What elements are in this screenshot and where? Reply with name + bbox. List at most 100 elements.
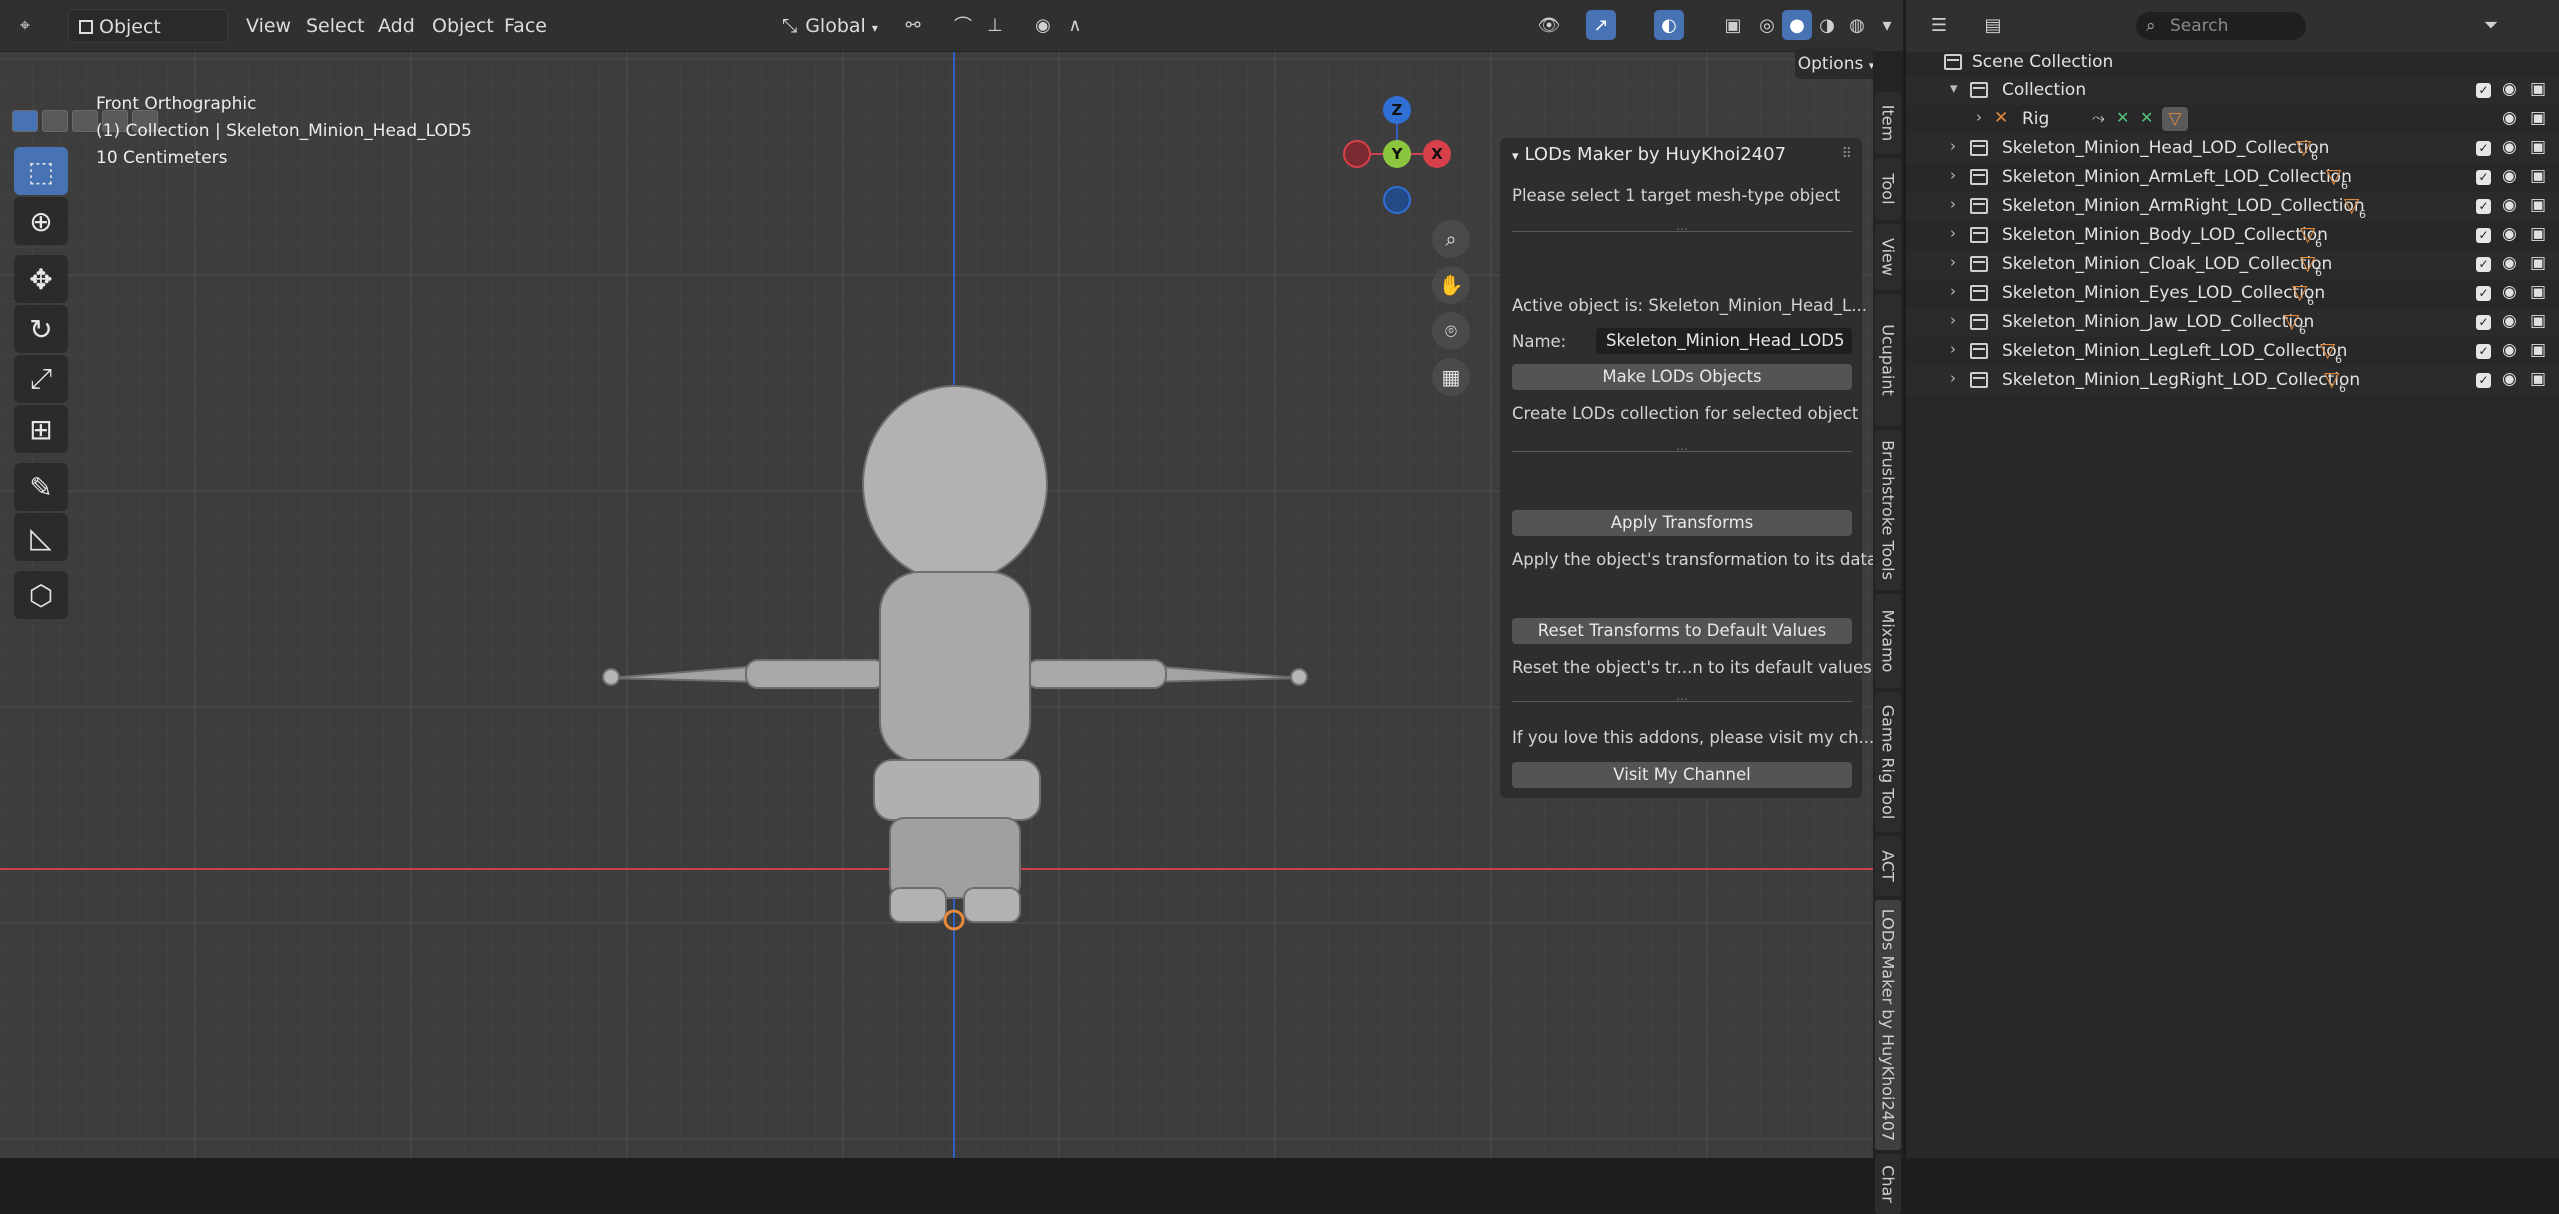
camera-icon[interactable]: ▣ [2530, 224, 2546, 244]
gizmo-x-icon[interactable]: X [1423, 140, 1451, 168]
visibility-icon[interactable]: 👁 [1534, 10, 1564, 40]
camera-icon[interactable]: ▣ [2530, 340, 2546, 360]
chevron-right-icon[interactable]: › [1950, 224, 1956, 242]
snap-target-icon[interactable]: ⊥ [980, 10, 1010, 40]
exclude-checkbox[interactable]: ✓ [2476, 373, 2491, 388]
menu-view[interactable]: View [236, 9, 301, 43]
chevron-right-icon[interactable]: › [1950, 195, 1956, 213]
gizmo-neg-x-icon[interactable] [1343, 140, 1371, 168]
exclude-checkbox[interactable]: ✓ [2476, 286, 2491, 301]
chevron-right-icon[interactable]: › [1976, 108, 1982, 126]
skeleton-minion-model[interactable] [590, 382, 1330, 942]
camera-icon[interactable]: ▣ [2530, 79, 2546, 99]
camera-icon[interactable]: ▣ [2530, 282, 2546, 302]
zoom-icon[interactable]: ⌕ [1432, 220, 1470, 258]
editor-type-icon[interactable]: ⌖ [10, 10, 40, 40]
reset-transforms-button[interactable]: Reset Transforms to Default Values [1512, 618, 1852, 644]
eye-icon[interactable]: ◉ [2502, 195, 2517, 215]
collection-row[interactable]: ▾ Collection ✓ ◉ ▣ [1906, 76, 2559, 105]
eye-icon[interactable]: ◉ [2502, 369, 2517, 389]
select-extend-icon[interactable] [42, 110, 68, 132]
eye-icon[interactable]: ◉ [2502, 79, 2517, 99]
cursor-tool-icon[interactable]: ⊕ [14, 197, 68, 245]
editor-type-icon[interactable]: ☰ [1924, 10, 1954, 40]
gizmo-y-icon[interactable]: Y [1383, 140, 1411, 168]
menu-object[interactable]: Object [422, 9, 504, 43]
eye-icon[interactable]: ◉ [2502, 137, 2517, 157]
chevron-right-icon[interactable]: › [1950, 137, 1956, 155]
gizmo-neg-z-icon[interactable] [1383, 186, 1411, 214]
lod-collection-row[interactable]: › Skeleton_Minion_Body_LOD_Collection ▽ 6 ✓ ◉… [1906, 221, 2559, 250]
tab-ucupaint[interactable]: Ucupaint [1875, 294, 1901, 426]
chevron-down-icon[interactable]: ▾ [1950, 79, 1958, 97]
pan-hand-icon[interactable]: ✋ [1432, 266, 1470, 304]
options-button[interactable]: Options ▾ [1795, 49, 1877, 79]
scene-collection-row[interactable]: Scene Collection [1906, 48, 2559, 77]
eye-icon[interactable]: ◉ [2502, 340, 2517, 360]
tab-tool[interactable]: Tool [1875, 158, 1901, 220]
apply-transforms-button[interactable]: Apply Transforms [1512, 510, 1852, 536]
tab-brushstroke-tools[interactable]: Brushstroke Tools [1875, 430, 1901, 590]
camera-icon[interactable]: ▣ [2530, 311, 2546, 331]
name-field[interactable]: Skeleton_Minion_Head_LOD5 [1596, 328, 1852, 354]
exclude-checkbox[interactable]: ✓ [2476, 257, 2491, 272]
lod-collection-row[interactable]: › Skeleton_Minion_Cloak_LOD_Collection ▽ 6 ✓… [1906, 250, 2559, 279]
camera-icon[interactable]: ⌾ [1432, 312, 1470, 350]
exclude-checkbox[interactable]: ✓ [2476, 170, 2491, 185]
exclude-checkbox[interactable]: ✓ [2476, 315, 2491, 330]
tab-act[interactable]: ACT [1875, 836, 1901, 896]
grid-toggle-icon[interactable]: ▦ [1432, 358, 1470, 396]
pivot-icon[interactable]: ⚯ [898, 10, 928, 40]
camera-icon[interactable]: ▣ [2530, 253, 2546, 273]
camera-icon[interactable]: ▣ [2530, 137, 2546, 157]
shading-wire-icon[interactable]: ◎ [1752, 10, 1782, 40]
eye-icon[interactable]: ◉ [2502, 311, 2517, 331]
scale-tool-icon[interactable]: ⤢ [14, 355, 68, 403]
xray-icon[interactable]: ▣ [1718, 10, 1748, 40]
lod-collection-row[interactable]: › Skeleton_Minion_Jaw_LOD_Collection ▽ 6 ✓ ◉ ▣ [1906, 308, 2559, 337]
rig-row[interactable]: › ✕ Rig ⤳ ✕ ✕ ▽ ◉ ▣ [1906, 105, 2559, 134]
make-lods-button[interactable]: Make LODs Objects [1512, 364, 1852, 390]
lod-collection-row[interactable]: › Skeleton_Minion_LegRight_LOD_Collection… [1906, 366, 2559, 395]
shading-solid-icon[interactable]: ● [1782, 10, 1812, 40]
chevron-right-icon[interactable]: › [1950, 166, 1956, 184]
display-mode-icon[interactable]: ▤ [1978, 10, 2008, 40]
menu-add[interactable]: Add [368, 9, 425, 43]
select-subtract-icon[interactable] [72, 110, 98, 132]
eye-icon[interactable]: ◉ [2502, 108, 2517, 128]
eye-icon[interactable]: ◉ [2502, 224, 2517, 244]
filter-icon[interactable]: ⏷ [2476, 10, 2506, 40]
camera-icon[interactable]: ▣ [2530, 166, 2546, 186]
3d-viewport[interactable]: Front Orthographic (1) Collection | Skel… [0, 52, 1873, 1158]
lod-collection-row[interactable]: › Skeleton_Minion_Eyes_LOD_Collection ▽ 6 ✓ ◉… [1906, 279, 2559, 308]
panel-title[interactable]: ▾ LODs Maker by HuyKhoi2407 [1512, 144, 1786, 165]
exclude-checkbox[interactable]: ✓ [2476, 141, 2491, 156]
lod-collection-row[interactable]: › Skeleton_Minion_ArmRight_LOD_Collection… [1906, 192, 2559, 221]
mode-dropdown[interactable]: Object Mode▾ [68, 9, 228, 72]
menu-face[interactable]: Face [494, 9, 557, 43]
shading-rendered-icon[interactable]: ◍ [1842, 10, 1872, 40]
gizmo-toggle-icon[interactable]: ↗ [1586, 10, 1616, 40]
search-input[interactable]: ⌕ Search [2136, 12, 2306, 40]
chevron-right-icon[interactable]: › [1950, 369, 1956, 387]
annotate-tool-icon[interactable]: ✎ [14, 463, 68, 511]
move-tool-icon[interactable]: ✥ [14, 255, 68, 303]
drag-handle-icon[interactable]: ⠿ [1842, 146, 1852, 162]
gizmo-z-icon[interactable]: Z [1383, 96, 1411, 124]
eye-icon[interactable]: ◉ [2502, 166, 2517, 186]
tab-mixamo[interactable]: Mixamo [1875, 594, 1901, 688]
exclude-checkbox[interactable]: ✓ [2476, 83, 2491, 98]
exclude-checkbox[interactable]: ✓ [2476, 228, 2491, 243]
lod-collection-row[interactable]: › Skeleton_Minion_ArmLeft_LOD_Collection ▽… [1906, 163, 2559, 192]
chevron-down-icon[interactable]: ▾ [1872, 10, 1902, 40]
select-box-tool-icon[interactable]: ⬚ [14, 147, 68, 195]
lod-collection-row[interactable]: › Skeleton_Minion_LegLeft_LOD_Collection ▽… [1906, 337, 2559, 366]
tab-char[interactable]: Char [1875, 1154, 1901, 1214]
shading-material-icon[interactable]: ◑ [1812, 10, 1842, 40]
add-cube-tool-icon[interactable]: ⬡ [14, 571, 68, 619]
eye-icon[interactable]: ◉ [2502, 253, 2517, 273]
snap-icon[interactable]: ⌒ [948, 10, 978, 40]
chevron-right-icon[interactable]: › [1950, 253, 1956, 271]
measure-tool-icon[interactable]: ◺ [14, 513, 68, 561]
tab-game-rig-tool[interactable]: Game Rig Tool [1875, 692, 1901, 832]
